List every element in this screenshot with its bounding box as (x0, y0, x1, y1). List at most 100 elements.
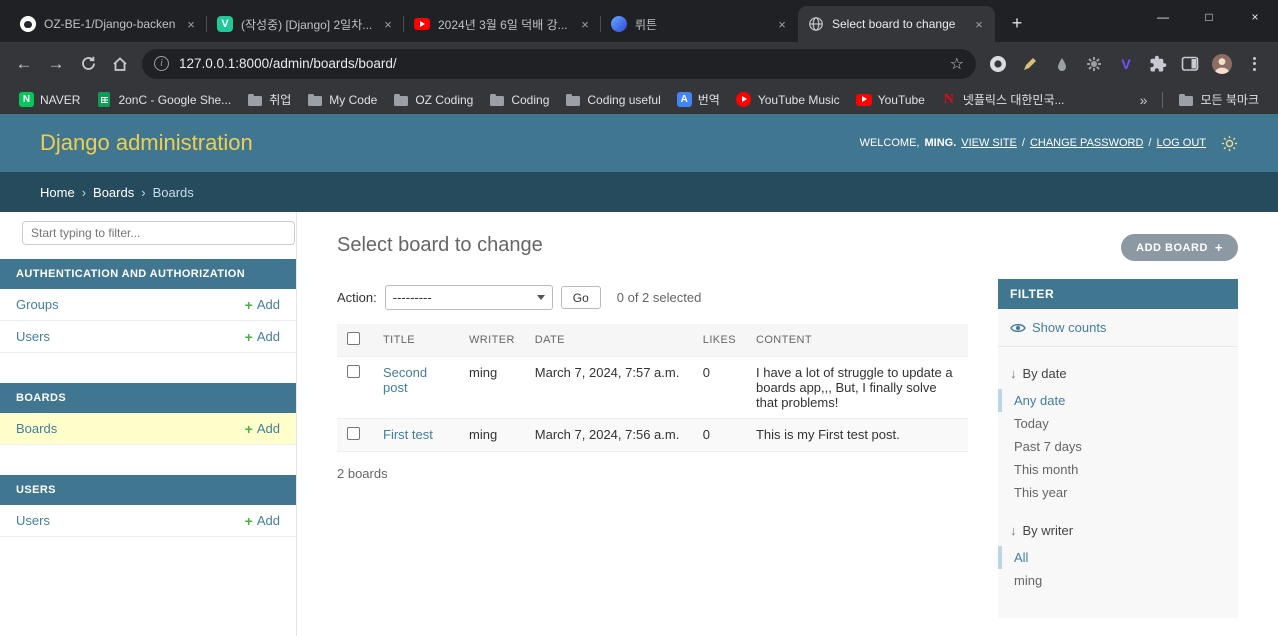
filter-option-label[interactable]: Any date (1014, 393, 1065, 408)
side-panel-icon[interactable] (1174, 48, 1206, 80)
filter-heading[interactable]: ↓ By writer (998, 518, 1238, 546)
bookmark-all-bookmarks[interactable]: 모든 북마크 (1171, 88, 1266, 111)
tab-close-icon[interactable]: × (380, 16, 396, 32)
sidebar-section-title[interactable]: AUTHENTICATION AND AUTHORIZATION (0, 259, 296, 289)
sidebar-section-title[interactable]: USERS (0, 475, 296, 505)
address-bar[interactable]: i 127.0.0.1:8000/admin/boards/board/ ☆ (142, 48, 976, 79)
bookmark-netflix[interactable]: N 넷플릭스 대한민국... (934, 88, 1072, 111)
filter-option-label[interactable]: Past 7 days (1014, 439, 1082, 454)
filter-option-label[interactable]: This year (1014, 485, 1067, 500)
minimize-button[interactable]: — (1140, 0, 1186, 34)
filter-option-all-writers[interactable]: All (998, 546, 1238, 569)
bookmarks-overflow-chevron[interactable]: » (1133, 89, 1155, 111)
pen-extension-icon[interactable] (1014, 48, 1046, 80)
sidebar-filter-input[interactable] (22, 221, 295, 245)
bookmark-folder-coding[interactable]: Coding (482, 89, 556, 111)
breadcrumb-app[interactable]: Boards (93, 185, 134, 200)
filter-option-label[interactable]: All (1014, 550, 1028, 565)
tab-close-icon[interactable]: × (971, 16, 987, 32)
model-link[interactable]: Users (16, 329, 50, 344)
filter-option-today[interactable]: Today (998, 412, 1238, 435)
netflix-icon: N (943, 91, 954, 107)
add-board-label: ADD BOARD (1136, 241, 1208, 254)
tab-velog-draft[interactable]: V (작성중) [Django] 2일차... × (206, 6, 404, 42)
bookmark-star-icon[interactable]: ☆ (950, 54, 964, 74)
action-selected-value: --------- (392, 290, 432, 305)
model-link[interactable]: Groups (16, 297, 59, 312)
v-extension-icon[interactable]: V (1110, 48, 1142, 80)
add-label: Add (256, 513, 280, 528)
bookmark-folder-oz-coding[interactable]: OZ Coding (386, 89, 480, 111)
tab-close-icon[interactable]: × (577, 16, 593, 32)
filter-option-label[interactable]: This month (1014, 462, 1078, 477)
filter-heading[interactable]: ↓ By date (998, 361, 1238, 389)
log-out-link[interactable]: LOG OUT (1156, 137, 1206, 149)
reload-icon[interactable] (72, 48, 104, 80)
column-header-date[interactable]: DATE (524, 324, 693, 357)
github-favicon (20, 16, 36, 32)
close-window-button[interactable]: × (1232, 0, 1278, 34)
gear-extension-icon[interactable] (1078, 48, 1110, 80)
new-tab-button[interactable]: + (1003, 9, 1031, 37)
menu-kebab-icon[interactable] (1238, 48, 1270, 80)
breadcrumb-home[interactable]: Home (40, 185, 75, 200)
bookmark-youtube-music[interactable]: YouTube Music (729, 89, 847, 111)
site-title[interactable]: Django administration (40, 130, 253, 156)
dropper-extension-icon[interactable] (1046, 48, 1078, 80)
maximize-button[interactable]: □ (1186, 0, 1232, 34)
go-button[interactable]: Go (560, 286, 601, 309)
column-header-title[interactable]: TITLE (373, 324, 459, 357)
tab-close-icon[interactable]: × (774, 16, 790, 32)
bookmark-folder-my-code[interactable]: My Code (300, 89, 384, 111)
filter-option-this-year[interactable]: This year (998, 481, 1238, 504)
tab-github-repo[interactable]: OZ-BE-1/Django-backen... × (10, 6, 207, 42)
site-info-icon[interactable]: i (154, 56, 169, 71)
add-users-app-link[interactable]: + Add (245, 513, 280, 528)
show-counts-toggle[interactable]: Show counts (998, 309, 1238, 347)
add-boards-link[interactable]: + Add (245, 421, 280, 436)
bookmark-youtube[interactable]: YouTube (849, 89, 932, 111)
screenshot-extension-icon[interactable] (982, 48, 1014, 80)
filter-option-ming[interactable]: ming (998, 569, 1238, 592)
column-header-writer[interactable]: WRITER (459, 324, 525, 357)
select-all-checkbox[interactable] (347, 332, 360, 345)
column-header-content[interactable]: CONTENT (745, 324, 968, 357)
add-groups-link[interactable]: + Add (245, 297, 280, 312)
tab-close-icon[interactable]: × (183, 16, 199, 32)
back-icon[interactable]: ← (8, 48, 40, 80)
row-checkbox[interactable] (347, 365, 360, 378)
board-link[interactable]: Second post (383, 365, 427, 395)
filter-option-past-7-days[interactable]: Past 7 days (998, 435, 1238, 458)
sidebar-section-title[interactable]: BOARDS (0, 383, 296, 413)
change-password-link[interactable]: CHANGE PASSWORD (1030, 137, 1143, 149)
tab-django-admin-active[interactable]: Select board to change × (798, 6, 995, 42)
filter-option-label[interactable]: Today (1014, 416, 1049, 431)
profile-avatar[interactable] (1206, 48, 1238, 80)
filter-option-any-date[interactable]: Any date (998, 389, 1238, 412)
model-link[interactable]: Boards (16, 421, 57, 436)
forward-icon[interactable]: → (40, 48, 72, 80)
tab-wrtn[interactable]: 뤼튼 × (600, 6, 798, 42)
bookmark-folder-coding-useful[interactable]: Coding useful (558, 89, 667, 111)
row-checkbox[interactable] (347, 427, 360, 440)
filter-option-this-month[interactable]: This month (998, 458, 1238, 481)
add-board-button[interactable]: ADD BOARD + (1121, 234, 1238, 261)
add-users-link[interactable]: + Add (245, 329, 280, 344)
extensions-puzzle-icon[interactable] (1142, 48, 1174, 80)
bookmark-naver[interactable]: N NAVER (12, 89, 87, 110)
theme-toggle-sun-icon[interactable] (1221, 135, 1238, 152)
content-cell: This is my First test post. (745, 418, 968, 452)
url-text[interactable]: 127.0.0.1:8000/admin/boards/board/ (179, 56, 950, 71)
action-select[interactable]: --------- (384, 285, 553, 310)
bookmark-folder-jobs[interactable]: 취업 (240, 88, 298, 111)
board-link[interactable]: First test (383, 427, 433, 442)
filter-option-label[interactable]: ming (1014, 573, 1042, 588)
bookmark-label: 넷플릭스 대한민국... (962, 93, 1065, 107)
bookmark-google-sheets[interactable]: 2onC - Google She... (89, 89, 238, 111)
tab-youtube-video[interactable]: 2024년 3월 6일 덕배 강... × (403, 6, 601, 42)
view-site-link[interactable]: VIEW SITE (961, 137, 1017, 149)
home-icon[interactable] (104, 48, 136, 80)
bookmark-translate[interactable]: A 번역 (670, 88, 727, 111)
model-link[interactable]: Users (16, 513, 50, 528)
column-header-likes[interactable]: LIKES (692, 324, 746, 357)
